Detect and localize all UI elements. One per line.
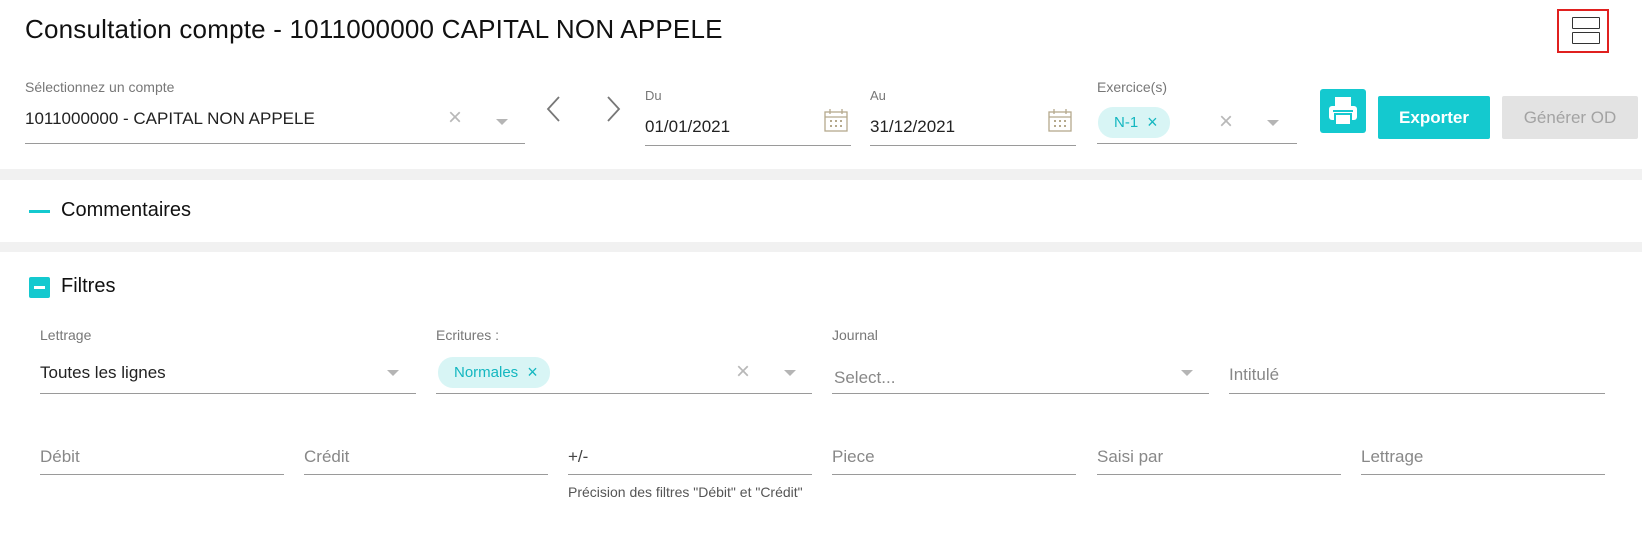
account-dropdown-icon[interactable] xyxy=(496,119,508,125)
intitule-underline xyxy=(1229,393,1605,394)
credit-underline xyxy=(304,474,548,475)
split-top-pane-icon xyxy=(1572,17,1600,29)
lettrage-underline xyxy=(40,393,416,394)
previous-account-icon[interactable] xyxy=(545,95,563,123)
collapse-filters-icon[interactable] xyxy=(29,277,50,298)
layout-toggle-button[interactable] xyxy=(1557,9,1609,53)
ecriture-chip: Normales × xyxy=(438,357,550,388)
chip-remove-icon[interactable]: × xyxy=(527,362,538,383)
account-clear-icon[interactable]: × xyxy=(448,106,462,130)
generate-od-button[interactable]: Générer OD xyxy=(1502,96,1638,139)
exercice-chip-label: N-1 xyxy=(1114,114,1139,131)
lettrage-label: Lettrage xyxy=(40,327,92,343)
lettrage-select-value[interactable]: Toutes les lignes xyxy=(40,363,166,383)
account-select-value[interactable]: 1011000000 - CAPITAL NON APPELE xyxy=(25,109,315,129)
account-underline xyxy=(25,143,525,144)
export-button[interactable]: Exporter xyxy=(1378,96,1490,139)
date-to-input[interactable]: 31/12/2021 xyxy=(870,117,955,137)
exercices-label: Exercice(s) xyxy=(1097,79,1168,95)
journal-dropdown-icon[interactable] xyxy=(1181,370,1193,376)
exercices-clear-icon[interactable]: × xyxy=(1219,110,1233,134)
date-to-label: Au xyxy=(870,88,886,103)
account-label: Sélectionnez un compte xyxy=(25,79,175,95)
credit-input[interactable]: Crédit xyxy=(304,447,349,467)
ecritures-label: Ecritures : xyxy=(436,327,500,343)
date-from-underline xyxy=(645,145,851,146)
lettrage-dropdown-icon[interactable] xyxy=(387,370,399,376)
piece-input[interactable]: Piece xyxy=(832,447,875,467)
ecritures-underline xyxy=(436,393,812,394)
section-divider xyxy=(0,242,1642,252)
piece-underline xyxy=(832,474,1076,475)
filters-section-title[interactable]: Filtres xyxy=(61,275,115,298)
date-to-underline xyxy=(870,145,1076,146)
exercices-dropdown-icon[interactable] xyxy=(1267,120,1279,126)
journal-label: Journal xyxy=(832,327,878,343)
print-button[interactable] xyxy=(1320,89,1366,133)
next-account-icon[interactable] xyxy=(604,95,622,123)
chip-remove-icon[interactable]: × xyxy=(1147,112,1158,133)
lettrage-text-underline xyxy=(1361,474,1605,475)
calendar-icon[interactable] xyxy=(1047,108,1073,134)
section-divider xyxy=(0,169,1642,180)
calendar-icon[interactable] xyxy=(823,108,849,134)
collapse-icon[interactable] xyxy=(29,210,50,213)
ecritures-dropdown-icon[interactable] xyxy=(784,370,796,376)
intitule-input[interactable]: Intitulé xyxy=(1229,365,1279,385)
split-bottom-pane-icon xyxy=(1572,32,1600,44)
exercice-chip: N-1 × xyxy=(1098,107,1170,138)
debit-underline xyxy=(40,474,284,475)
date-from-label: Du xyxy=(645,88,662,103)
saisi-par-underline xyxy=(1097,474,1341,475)
plusminus-hint: Précision des filtres "Débit" et "Crédit… xyxy=(568,484,803,500)
debit-input[interactable]: Débit xyxy=(40,447,80,467)
lettrage-text-input[interactable]: Lettrage xyxy=(1361,447,1423,467)
journal-underline xyxy=(832,393,1209,394)
plusminus-underline xyxy=(568,474,812,475)
saisi-par-input[interactable]: Saisi par xyxy=(1097,447,1163,467)
ecritures-clear-icon[interactable]: × xyxy=(736,360,750,384)
comments-section-title[interactable]: Commentaires xyxy=(61,199,191,222)
date-from-input[interactable]: 01/01/2021 xyxy=(645,117,730,137)
ecriture-chip-label: Normales xyxy=(454,364,519,381)
printer-icon xyxy=(1329,97,1357,126)
page-title: Consultation compte - 1011000000 CAPITAL… xyxy=(25,14,723,44)
exercices-underline xyxy=(1097,143,1297,144)
plusminus-input[interactable]: +/- xyxy=(568,447,588,467)
journal-select[interactable]: Select... xyxy=(834,368,895,388)
